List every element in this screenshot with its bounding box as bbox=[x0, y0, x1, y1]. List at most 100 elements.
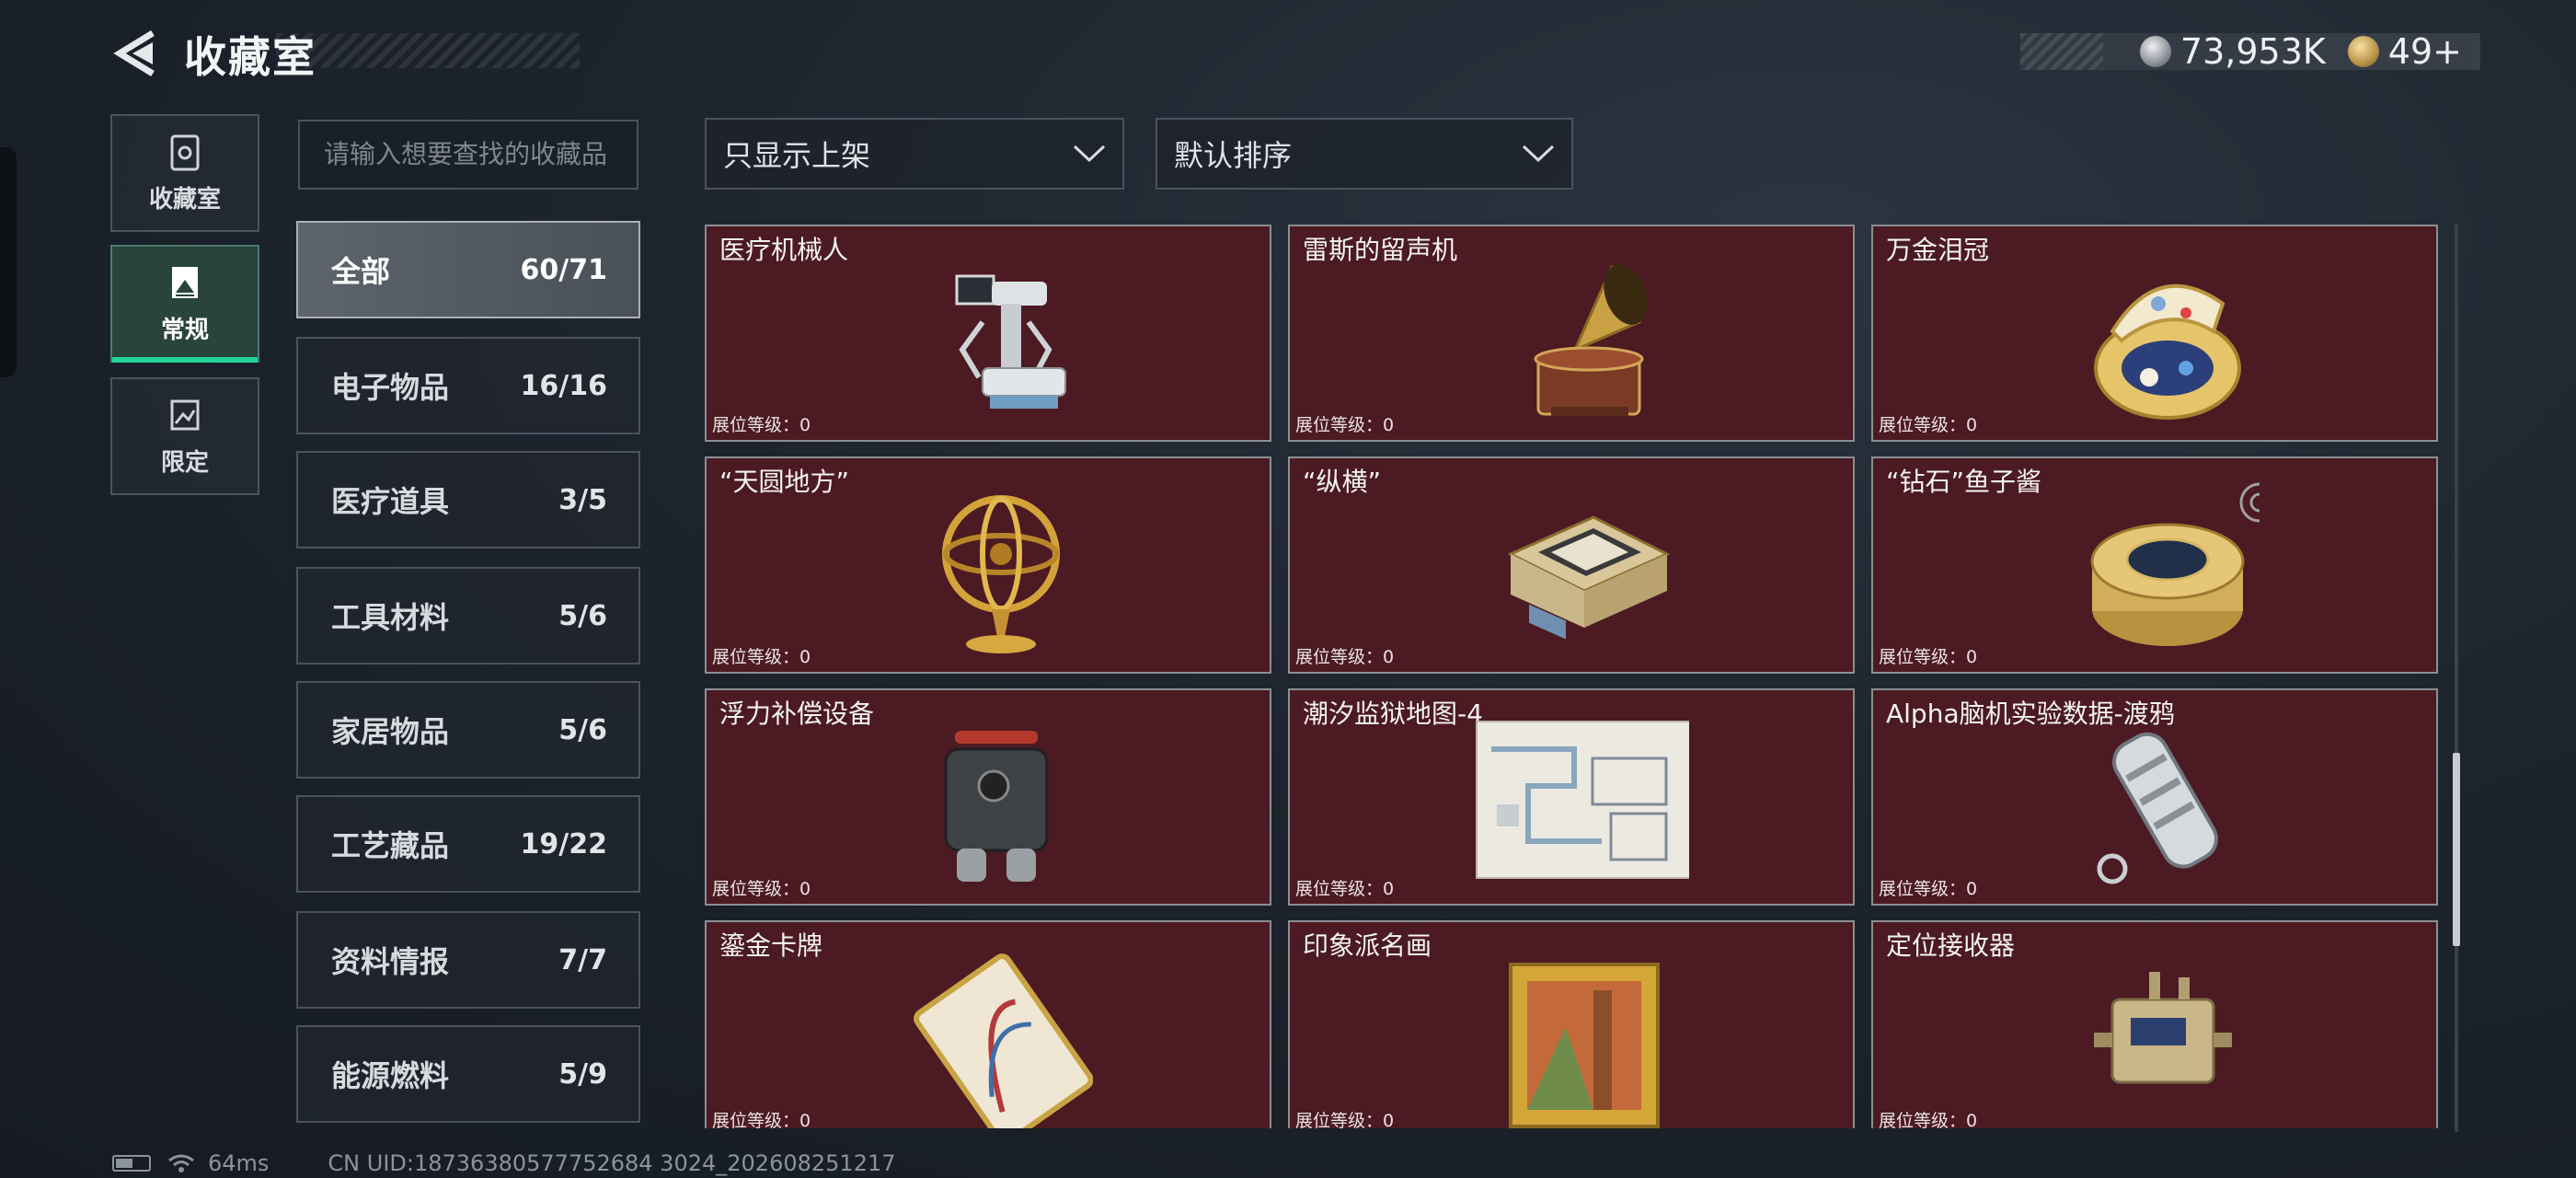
gold-currency-value[interactable]: 49+ bbox=[2388, 31, 2462, 72]
booth-level: 展位等级：0 bbox=[712, 647, 811, 667]
chess-box-icon bbox=[1507, 515, 1671, 640]
category-count: 3/5 bbox=[558, 483, 607, 516]
item-card[interactable]: 医疗机械人 展位等级：0 bbox=[705, 225, 1271, 442]
item-name: 定位接收器 bbox=[1886, 930, 2016, 961]
battery-icon bbox=[112, 1155, 151, 1172]
gold-coin-icon[interactable] bbox=[2347, 36, 2379, 67]
jeweled-egg-icon bbox=[2094, 283, 2241, 420]
sort-dropdown[interactable]: 默认排序 bbox=[1156, 118, 1573, 190]
sort-label: 默认排序 bbox=[1174, 138, 1293, 173]
category-all[interactable]: 全部 60/71 bbox=[296, 221, 640, 318]
category-electronics[interactable]: 电子物品 16/16 bbox=[296, 337, 640, 434]
item-card[interactable]: “钻石”鱼子酱 展位等级：0 bbox=[1871, 456, 2438, 674]
booth-level: 展位等级：0 bbox=[1295, 879, 1395, 899]
category-name: 医疗道具 bbox=[331, 484, 450, 519]
booth-level: 展位等级：0 bbox=[1879, 1111, 1978, 1128]
booth-level: 展位等级：0 bbox=[1295, 647, 1395, 667]
medical-robot-icon bbox=[955, 274, 1066, 409]
item-name: 浮力补偿设备 bbox=[719, 699, 875, 729]
booth-level: 展位等级：0 bbox=[712, 879, 811, 899]
mode-tab-limited[interactable]: 限定 bbox=[110, 377, 259, 495]
booth-level: 展位等级：0 bbox=[1879, 879, 1978, 899]
booth-level: 展位等级：0 bbox=[1295, 1111, 1395, 1128]
booth-level: 展位等级：0 bbox=[1295, 415, 1395, 435]
receiver-icon bbox=[2094, 972, 2232, 1084]
back-arrow-icon[interactable] bbox=[110, 28, 158, 79]
booth-level: 展位等级：0 bbox=[1879, 415, 1978, 435]
category-count: 5/9 bbox=[558, 1057, 607, 1091]
booth-level: 展位等级：0 bbox=[1879, 647, 1978, 667]
item-card[interactable]: 潮汐监狱地图-4 展位等级：0 bbox=[1288, 688, 1855, 906]
category-household[interactable]: 家居物品 5/6 bbox=[296, 681, 640, 779]
item-name: 医疗机械人 bbox=[719, 235, 849, 265]
category-name: 工具材料 bbox=[331, 600, 450, 635]
category-count: 5/6 bbox=[558, 713, 607, 746]
painting-icon bbox=[1509, 963, 1660, 1128]
silver-coin-icon bbox=[2139, 36, 2171, 67]
item-card[interactable]: 浮力补偿设备 展位等级：0 bbox=[705, 688, 1271, 906]
scrollbar-thumb[interactable] bbox=[2453, 753, 2460, 946]
mode-tab-collection-room[interactable]: 收藏室 bbox=[110, 114, 259, 232]
category-name: 能源燃料 bbox=[331, 1058, 450, 1093]
page-title: 收藏室 bbox=[184, 32, 316, 82]
collection-grid: 医疗机械人 展位等级：0 雷斯的留声机 展位等级：0 万金泪冠 展位等级：0 “… bbox=[705, 225, 2438, 1128]
limited-icon bbox=[170, 399, 200, 430]
category-name: 资料情报 bbox=[331, 944, 450, 979]
category-medical[interactable]: 医疗道具 3/5 bbox=[296, 451, 640, 549]
picture-icon bbox=[172, 266, 198, 298]
data-capsule-icon bbox=[2097, 732, 2218, 884]
chevron-down-icon bbox=[1522, 144, 1555, 163]
gilded-card-icon bbox=[914, 953, 1093, 1128]
category-name: 工艺藏品 bbox=[331, 828, 450, 863]
category-count: 19/22 bbox=[520, 827, 607, 860]
mode-tab-label: 限定 bbox=[160, 448, 209, 477]
buoyancy-device-icon bbox=[944, 731, 1049, 882]
category-count: 16/16 bbox=[520, 369, 607, 402]
category-crafts[interactable]: 工艺藏品 19/22 bbox=[296, 795, 640, 893]
category-name: 全部 bbox=[331, 254, 391, 289]
item-card[interactable]: 万金泪冠 展位等级：0 bbox=[1871, 225, 2438, 442]
shelf-filter-label: 只显示上架 bbox=[723, 138, 871, 173]
uid-text: CN UID:18736380577752684 3024_2026082512… bbox=[328, 1150, 896, 1176]
item-name: 雷斯的留声机 bbox=[1303, 235, 1458, 265]
category-name: 家居物品 bbox=[331, 714, 450, 749]
item-card[interactable]: Alpha脑机实验数据-渡鸦 展位等级：0 bbox=[1871, 688, 2438, 906]
item-card[interactable]: “纵横” 展位等级：0 bbox=[1288, 456, 1855, 674]
booth-level: 展位等级：0 bbox=[712, 415, 811, 435]
category-name: 电子物品 bbox=[331, 370, 450, 405]
category-count: 7/7 bbox=[558, 943, 607, 976]
item-card[interactable]: 雷斯的留声机 展位等级：0 bbox=[1288, 225, 1855, 442]
search-input[interactable] bbox=[324, 121, 613, 188]
item-name: “天圆地方” bbox=[719, 467, 850, 497]
item-card[interactable]: “天圆地方” 展位等级：0 bbox=[705, 456, 1271, 674]
wifi-icon bbox=[168, 1154, 194, 1172]
item-name: 鎏金卡牌 bbox=[719, 930, 823, 961]
prison-map-icon bbox=[1476, 721, 1689, 879]
item-name: “纵横” bbox=[1303, 467, 1382, 497]
title-decoration bbox=[276, 33, 580, 68]
mode-tab-label: 常规 bbox=[160, 316, 209, 344]
active-tab-indicator bbox=[112, 357, 258, 363]
category-count: 5/6 bbox=[558, 599, 607, 632]
search-box[interactable] bbox=[298, 120, 638, 190]
status-bar: 64ms CN UID:18736380577752684 3024_20260… bbox=[112, 1150, 896, 1176]
item-name: 万金泪冠 bbox=[1886, 235, 1990, 265]
caviar-tin-icon bbox=[2090, 482, 2260, 646]
booth-level: 展位等级：0 bbox=[712, 1111, 811, 1128]
ping-value: 64ms bbox=[208, 1150, 270, 1176]
mode-tab-label: 收藏室 bbox=[148, 185, 221, 214]
category-intel[interactable]: 资料情报 7/7 bbox=[296, 911, 640, 1009]
chevron-down-icon bbox=[1073, 144, 1106, 163]
shelf-filter-dropdown[interactable]: 只显示上架 bbox=[705, 118, 1124, 190]
screen-edge bbox=[0, 147, 17, 377]
gramophone-icon bbox=[1534, 264, 1648, 416]
armillary-sphere-icon bbox=[942, 495, 1060, 653]
item-name: “钻石”鱼子酱 bbox=[1886, 467, 2042, 497]
item-card[interactable]: 定位接收器 展位等级：0 bbox=[1871, 920, 2438, 1128]
mode-tab-regular[interactable]: 常规 bbox=[110, 245, 259, 363]
category-fuel[interactable]: 能源燃料 5/9 bbox=[296, 1025, 640, 1123]
category-tools[interactable]: 工具材料 5/6 bbox=[296, 567, 640, 664]
item-card[interactable]: 印象派名画 展位等级：0 bbox=[1288, 920, 1855, 1128]
scrollbar-track[interactable] bbox=[2455, 225, 2458, 1132]
item-card[interactable]: 鎏金卡牌 展位等级：0 bbox=[705, 920, 1271, 1128]
